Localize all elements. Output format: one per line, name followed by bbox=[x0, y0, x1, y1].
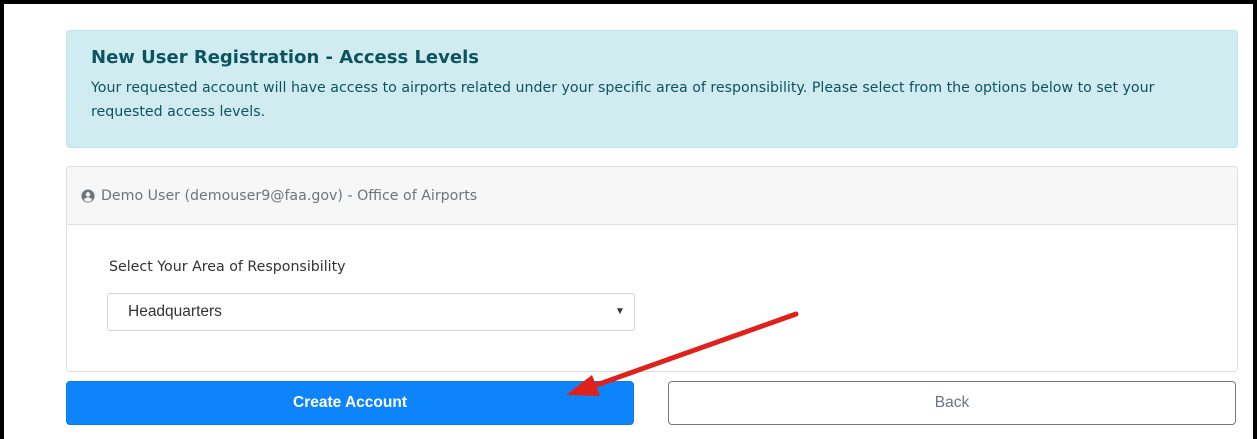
alert-text: Your requested account will have access … bbox=[91, 80, 1155, 120]
area-of-responsibility-label: Select Your Area of Responsibility bbox=[109, 259, 346, 275]
back-label: Back bbox=[934, 394, 970, 411]
caret-down-icon: ▼ bbox=[615, 306, 625, 317]
card-header: Demo User (demouser9@faa.gov) - Office o… bbox=[67, 167, 1237, 225]
area-of-responsibility-select[interactable]: Headquarters ▼ bbox=[107, 293, 635, 331]
registration-card: Demo User (demouser9@faa.gov) - Office o… bbox=[66, 166, 1238, 372]
user-line: Demo User (demouser9@faa.gov) - Office o… bbox=[101, 187, 478, 204]
create-account-label: Create Account bbox=[293, 394, 407, 411]
select-value: Headquarters bbox=[128, 303, 222, 320]
alert-title: New User Registration - Access Levels bbox=[91, 47, 479, 68]
info-alert: New User Registration - Access Levels Yo… bbox=[66, 30, 1238, 148]
create-account-button[interactable]: Create Account bbox=[66, 381, 634, 425]
user-circle-icon bbox=[81, 188, 95, 203]
back-button[interactable]: Back bbox=[668, 381, 1236, 425]
